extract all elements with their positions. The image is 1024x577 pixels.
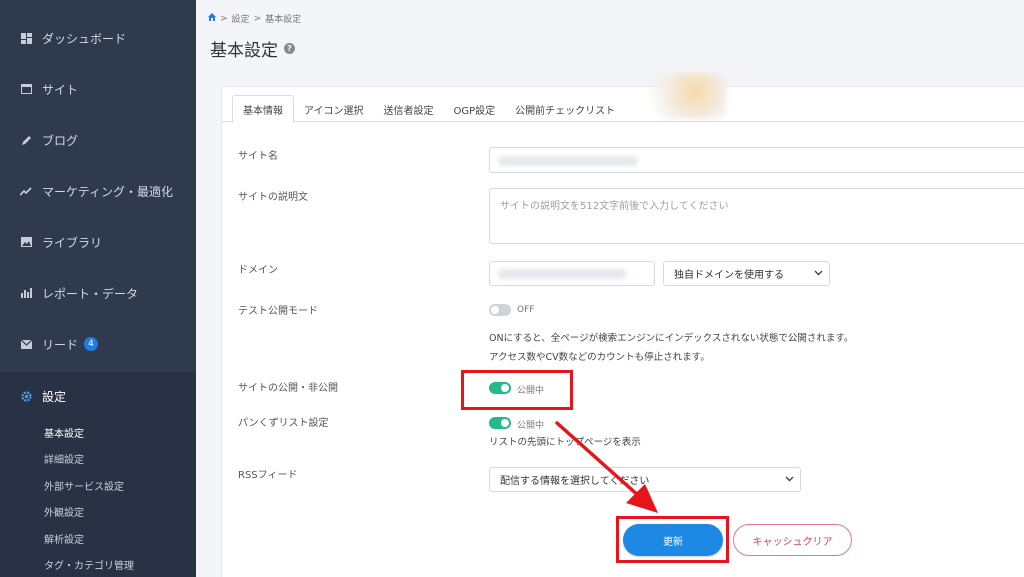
site-description-textarea[interactable]: サイトの説明文を512文字前後で入力してください	[489, 188, 1024, 244]
tab-sender[interactable]: 送信者設定	[374, 95, 444, 123]
site-icon	[20, 83, 32, 95]
breadcrumb-state: 公開中	[517, 421, 545, 431]
blurred-value	[498, 269, 626, 279]
sidebar-subitem-advanced[interactable]: 詳細設定	[44, 451, 84, 466]
breadcrumb-separator: >	[253, 13, 262, 24]
sidebar-item-site[interactable]: サイト	[0, 69, 196, 109]
sidebar-item-label: マーケティング・最適化	[42, 184, 174, 199]
breadcrumb-toggle[interactable]	[489, 417, 511, 429]
trend-icon	[20, 185, 32, 197]
blurred-tab	[637, 73, 727, 119]
cache-clear-button[interactable]: キャッシュクリア	[733, 524, 852, 556]
publish-label: サイトの公開・非公開	[238, 383, 338, 394]
settings-card: 基本情報 アイコン選択 送信者設定 OGP設定 公開前チェックリスト サイト名 …	[221, 73, 1024, 577]
sidebar-subitem-external[interactable]: 外部サービス設定	[44, 478, 124, 493]
page-title-text: 基本設定	[210, 41, 278, 61]
test-mode-description-1: ONにすると、全ページが検索エンジンにインデックスされない状態で公開されます。	[489, 333, 854, 344]
sidebar-subitem-appearance[interactable]: 外観設定	[44, 504, 84, 519]
site-name-label: サイト名	[238, 151, 278, 162]
test-mode-state: OFF	[517, 305, 535, 315]
domain-type-select[interactable]: 独自ドメインを使用する	[663, 261, 830, 286]
sidebar-item-blog[interactable]: ブログ	[0, 120, 196, 160]
sidebar-item-lead[interactable]: リード 4	[0, 324, 196, 364]
sidebar-item-label: 設定	[42, 389, 67, 404]
breadcrumb-description: リストの先頭にトップページを表示	[489, 437, 641, 448]
tab-checklist[interactable]: 公開前チェックリスト	[505, 95, 625, 123]
sidebar-subitem-basic[interactable]: 基本設定	[44, 425, 84, 440]
test-mode-label: テスト公開モード	[238, 306, 318, 317]
site-description-label: サイトの説明文	[238, 192, 308, 203]
page-title: 基本設定 ?	[210, 36, 295, 61]
tab-basic-info[interactable]: 基本情報	[232, 95, 294, 123]
pencil-icon	[20, 134, 32, 146]
rss-select[interactable]: 配信する情報を選択してください	[489, 467, 801, 492]
domain-type-value: 独自ドメインを使用する	[674, 270, 784, 281]
toggle-knob	[501, 419, 509, 427]
gear-icon	[20, 390, 32, 402]
site-name-input[interactable]	[489, 147, 1024, 173]
sidebar: ダッシュボード サイト ブログ マーケティング・最適化 ライブラリ レポート・デ…	[0, 0, 196, 577]
dashboard-icon	[20, 32, 32, 44]
domain-label: ドメイン	[238, 265, 278, 276]
rss-label: RSSフィード	[238, 470, 298, 481]
bar-chart-icon	[20, 287, 32, 299]
breadcrumb-item[interactable]: 設定	[232, 12, 250, 25]
sidebar-item-label: ブログ	[42, 133, 79, 148]
domain-input[interactable]	[489, 261, 655, 286]
image-icon	[20, 236, 32, 248]
breadcrumb-item: 基本設定	[265, 15, 302, 25]
sidebar-item-label: ライブラリ	[42, 235, 103, 250]
tab-icon-select[interactable]: アイコン選択	[294, 95, 374, 123]
breadcrumb-separator: >	[220, 13, 228, 24]
chevron-down-icon	[785, 475, 794, 485]
chevron-down-icon	[814, 269, 823, 279]
tab-bar: 基本情報 アイコン選択 送信者設定 OGP設定 公開前チェックリスト	[232, 93, 625, 123]
sidebar-item-marketing[interactable]: マーケティング・最適化	[0, 171, 196, 211]
sidebar-item-library[interactable]: ライブラリ	[0, 222, 196, 262]
toggle-knob	[491, 306, 499, 314]
mail-icon	[20, 338, 32, 350]
publish-toggle-highlight	[461, 370, 573, 410]
sidebar-subitem-tags[interactable]: タグ・カテゴリ管理	[44, 557, 134, 572]
sidebar-item-label: レポート・データ	[42, 286, 139, 301]
sidebar-item-label: サイト	[42, 82, 79, 97]
sidebar-subitem-analytics[interactable]: 解析設定	[44, 531, 84, 546]
update-button-highlight	[616, 516, 729, 563]
sidebar-item-report[interactable]: レポート・データ	[0, 273, 196, 313]
test-mode-toggle[interactable]	[489, 304, 511, 316]
sidebar-item-dashboard[interactable]: ダッシュボード	[0, 18, 196, 58]
lead-count-badge: 4	[84, 337, 99, 351]
breadcrumb: > 設定 > 基本設定	[208, 12, 301, 25]
blurred-value	[498, 156, 638, 166]
help-icon[interactable]: ?	[284, 43, 295, 54]
sidebar-item-label: ダッシュボード	[42, 31, 127, 46]
rss-select-value: 配信する情報を選択してください	[500, 476, 650, 487]
sidebar-item-label: リード	[42, 337, 79, 352]
home-icon[interactable]	[208, 13, 216, 24]
sidebar-item-settings[interactable]: 設定	[0, 376, 196, 416]
test-mode-description-2: アクセス数やCV数などのカウントも停止されます。	[489, 352, 710, 363]
breadcrumb-setting-label: パンくずリスト設定	[238, 418, 329, 429]
site-description-placeholder: サイトの説明文を512文字前後で入力してください	[500, 201, 729, 212]
tab-ogp[interactable]: OGP設定	[444, 95, 506, 123]
